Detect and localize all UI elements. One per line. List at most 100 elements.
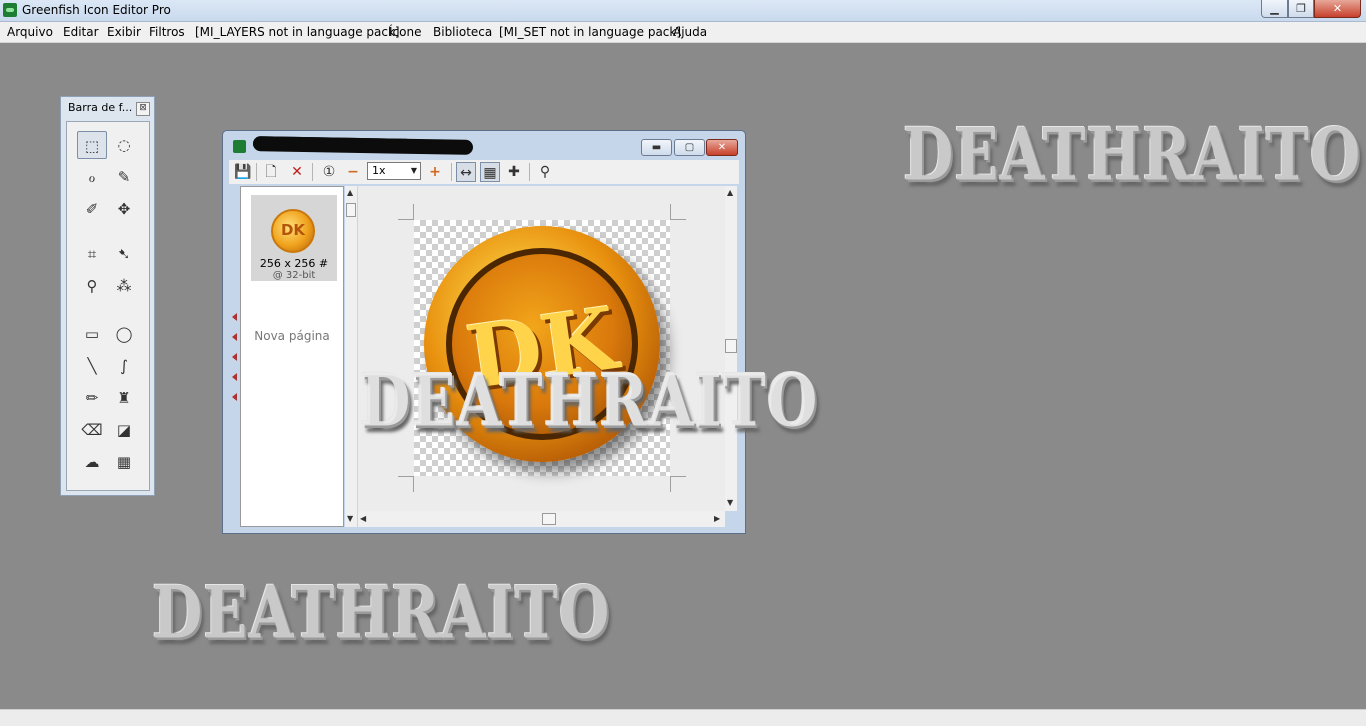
canvas-corner-mark	[398, 476, 414, 492]
menu-bar: Arquivo Editar Exibir Filtros [MI_LAYERS…	[0, 22, 1366, 43]
menu-ajuda[interactable]: Ajuda	[673, 25, 707, 39]
page-number-icon[interactable]: ①	[319, 162, 339, 182]
app-icon	[3, 3, 17, 17]
smudge-tool[interactable]: ☁	[77, 448, 107, 476]
eyedropper-tool[interactable]: ⚲	[77, 272, 107, 300]
page-marker-icon	[232, 393, 237, 401]
minimize-icon: ▬	[651, 142, 662, 153]
window-title: Greenfish Icon Editor Pro	[22, 3, 171, 17]
toolbox-close-button[interactable]: ⊠	[136, 102, 150, 116]
page-thumbnail[interactable]: DK 256 x 256 # @ 32-bit	[251, 195, 337, 281]
ellipse-tool[interactable]: ◯	[109, 320, 139, 348]
menu-icone[interactable]: Ícone	[389, 25, 421, 39]
toolbar-separator	[451, 163, 452, 181]
menu-exibir[interactable]: Exibir	[107, 25, 141, 39]
curve-tool[interactable]: ∫	[109, 352, 139, 380]
fill-tool[interactable]: ◪	[109, 416, 139, 444]
save-icon[interactable]: 💾	[233, 162, 253, 182]
pages-scrollbar[interactable]: ▲ ▼	[345, 186, 357, 527]
document-minimize-button[interactable]: ▬	[641, 139, 672, 156]
document-title-redacted: ████████████████████	[252, 136, 474, 155]
canvas-area[interactable]: DK	[358, 186, 725, 511]
close-icon: ✕	[717, 142, 727, 153]
thumbnail-logo-text: DK	[280, 221, 306, 239]
canvas-corner-mark	[398, 204, 414, 220]
new-page-link[interactable]: Nova página	[241, 329, 343, 343]
rect-select-tool[interactable]: ⬚	[77, 131, 107, 159]
document-maximize-button[interactable]: ▢	[674, 139, 705, 156]
magic-wand-tool[interactable]: ✎	[109, 163, 139, 191]
chevron-down-icon: ▼	[410, 166, 417, 175]
icon-document-window: ████████████████████ ▬ ▢ ✕ 💾 🗋 ✕ ① − 1x …	[222, 130, 746, 534]
menu-editar[interactable]: Editar	[63, 25, 99, 39]
menu-set[interactable]: [MI_SET not in language pack]	[499, 25, 681, 39]
pencil-select-tool[interactable]: ✐	[77, 195, 107, 223]
page-marker-icon	[232, 373, 237, 381]
new-page-icon[interactable]: 🗋	[261, 162, 281, 182]
crop-tool[interactable]: ⌗	[77, 240, 107, 268]
toolbox-title: Barra de f...	[68, 101, 133, 114]
grid-icon[interactable]: ▦	[480, 162, 500, 182]
rectangle-tool[interactable]: ▭	[77, 320, 107, 348]
status-bar	[0, 709, 1366, 726]
canvas-corner-mark	[670, 476, 686, 492]
maximize-button[interactable]: ❐	[1288, 0, 1314, 18]
pages-panel: DK 256 x 256 # @ 32-bit Nova página	[240, 186, 344, 527]
brush-tool[interactable]: ♜	[109, 384, 139, 412]
document-app-icon	[233, 140, 246, 153]
gradient-tool[interactable]: ▦	[109, 448, 139, 476]
canvas-vscroll-thumb[interactable]	[725, 339, 737, 353]
page-marker-icon	[232, 333, 237, 341]
document-close-button[interactable]: ✕	[706, 139, 738, 156]
scroll-right-icon[interactable]: ▶	[714, 514, 720, 523]
scroll-down-icon[interactable]: ▼	[347, 514, 353, 523]
toolbox-panel: Barra de f... ⊠ ⬚ ◌ ℴ ✎ ✐ ✥ ⌗ ➷ ⚲ ⁂ ▭ ◯ …	[60, 96, 155, 496]
delete-icon[interactable]: ✕	[287, 162, 307, 182]
canvas-hscroll-thumb[interactable]	[542, 513, 556, 525]
menu-filtros[interactable]: Filtros	[149, 25, 185, 39]
crosshair-icon[interactable]: ✚	[504, 162, 524, 182]
pointer-tool[interactable]: ➷	[109, 240, 139, 268]
pencil-tool[interactable]: ✏	[77, 384, 107, 412]
ellipse-select-tool[interactable]: ◌	[109, 131, 139, 159]
scroll-up-icon[interactable]: ▲	[727, 188, 733, 197]
menu-layers[interactable]: [MI_LAYERS not in language pack]	[195, 25, 400, 39]
page-marker-icon	[232, 353, 237, 361]
zoom-select[interactable]: 1x ▼	[367, 162, 421, 180]
canvas-vertical-scrollbar[interactable]: ▲ ▼	[725, 186, 737, 511]
watermark-text: DEATHRAITO	[360, 358, 819, 443]
canvas-horizontal-scrollbar[interactable]: ◀ ▶	[358, 511, 725, 527]
scroll-up-icon[interactable]: ▲	[347, 188, 353, 197]
spray-tool[interactable]: ⁂	[109, 272, 139, 300]
lasso-tool[interactable]: ℴ	[77, 163, 107, 191]
line-tool[interactable]: ╲	[77, 352, 107, 380]
watermark-text: DEATHRAITO	[903, 112, 1362, 197]
thumbnail-logo: DK	[271, 209, 315, 253]
close-button[interactable]: ✕	[1314, 0, 1361, 18]
thumbnail-size-label: 256 x 256 #	[259, 257, 329, 270]
page-marker-icon	[232, 313, 237, 321]
maximize-icon: ▢	[684, 142, 695, 153]
move-tool[interactable]: ✥	[109, 195, 139, 223]
zoom-in-icon[interactable]: +	[425, 162, 445, 182]
minimize-button[interactable]: ▁	[1261, 0, 1288, 18]
canvas-corner-mark	[670, 204, 686, 220]
pages-scroll-thumb[interactable]	[346, 203, 356, 217]
menu-arquivo[interactable]: Arquivo	[7, 25, 53, 39]
title-bar: Greenfish Icon Editor Pro ▁ ❐ ✕	[0, 0, 1366, 22]
scroll-left-icon[interactable]: ◀	[360, 514, 366, 523]
tool-grid: ⬚ ◌ ℴ ✎ ✐ ✥ ⌗ ➷ ⚲ ⁂ ▭ ◯ ╲ ∫ ✏ ♜ ⌫ ◪ ☁ ▦	[66, 121, 150, 491]
maximize-icon: ❐	[1296, 2, 1306, 15]
minimize-icon: ▁	[1270, 2, 1279, 15]
fit-width-icon[interactable]: ↔	[456, 162, 476, 182]
zoom-out-icon[interactable]: −	[343, 162, 363, 182]
toolbar-separator	[529, 163, 530, 181]
zoom-value: 1x	[372, 164, 386, 177]
eraser-tool[interactable]: ⌫	[77, 416, 107, 444]
search-icon[interactable]: ⚲	[535, 162, 555, 182]
close-icon: ✕	[1332, 2, 1343, 15]
menu-biblioteca[interactable]: Biblioteca	[433, 25, 492, 39]
thumbnail-bits-label: @ 32-bit	[272, 270, 316, 281]
scroll-down-icon[interactable]: ▼	[727, 498, 733, 507]
watermark-text: DEATHRAITO	[152, 570, 611, 655]
